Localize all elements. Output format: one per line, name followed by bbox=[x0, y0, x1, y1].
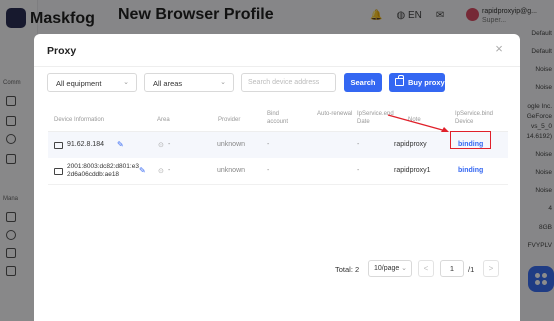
page-size-value: 10/page bbox=[374, 265, 400, 272]
device-icon bbox=[54, 168, 63, 175]
column-header: Device Information bbox=[54, 117, 105, 123]
note-value: rapidproxy bbox=[394, 141, 427, 148]
table-row: 91.62.8.184 ✎ ⊙ - unknown - - rapidproxy… bbox=[48, 132, 508, 158]
equipment-select[interactable]: All equipment ⌄ bbox=[47, 73, 137, 92]
buy-proxy-label: Buy proxy bbox=[408, 78, 445, 87]
pagination-total: Total: 2 bbox=[335, 265, 360, 274]
equipment-select-value: All equipment bbox=[56, 79, 102, 88]
column-header: IpService.end Date bbox=[357, 111, 394, 125]
area-select[interactable]: All areas ⌄ bbox=[144, 73, 234, 92]
close-icon[interactable]: × bbox=[492, 42, 506, 56]
column-header: Auto-renewal bbox=[317, 111, 353, 117]
column-header: IpService.bind Device bbox=[455, 111, 494, 125]
device-address: 2001:8003:dc82:d801:e3 2d6a06cddb:ae18 bbox=[67, 163, 139, 179]
column-header: Area bbox=[157, 117, 170, 123]
search-button[interactable]: Search bbox=[344, 73, 382, 92]
column-header: Note bbox=[408, 117, 421, 123]
provider-value: unknown bbox=[217, 167, 246, 174]
chevron-down-icon: ⌄ bbox=[123, 79, 129, 86]
device-icon bbox=[54, 142, 63, 149]
buy-proxy-button[interactable]: Buy proxy bbox=[389, 73, 445, 92]
edit-icon[interactable]: ✎ bbox=[139, 167, 147, 175]
table-row: 2001:8003:dc82:d801:e3 2d6a06cddb:ae18 ✎… bbox=[48, 158, 508, 184]
column-header: Provider bbox=[218, 117, 241, 123]
bind-account-value: - bbox=[267, 167, 270, 174]
chevron-down-icon: ⌄ bbox=[401, 265, 407, 272]
page-number-input[interactable]: 1 bbox=[440, 260, 464, 277]
device-address: 91.62.8.184 bbox=[67, 141, 104, 148]
location-pin-icon: ⊙ bbox=[158, 142, 164, 149]
note-value: rapidproxy1 bbox=[394, 167, 431, 174]
highlight-box bbox=[450, 131, 491, 149]
end-date-value: - bbox=[357, 167, 360, 174]
search-input[interactable]: Search device address bbox=[241, 73, 336, 92]
area-value: - bbox=[168, 141, 171, 148]
provider-value: unknown bbox=[217, 141, 246, 148]
proxy-modal: Proxy × All equipment ⌄ All areas ⌄ Sear… bbox=[34, 34, 520, 321]
bind-account-value: - bbox=[267, 141, 270, 148]
page-size-select[interactable]: 10/page ⌄ bbox=[368, 260, 412, 277]
divider bbox=[34, 66, 520, 67]
column-header: Bind account bbox=[267, 111, 289, 125]
location-pin-icon: ⊙ bbox=[158, 168, 164, 175]
next-page-button[interactable]: > bbox=[483, 260, 499, 277]
divider bbox=[48, 184, 508, 185]
modal-title: Proxy bbox=[47, 45, 77, 57]
chevron-down-icon: ⌄ bbox=[220, 79, 226, 86]
end-date-value: - bbox=[357, 141, 360, 148]
binding-link[interactable]: binding bbox=[458, 167, 483, 174]
prev-page-button[interactable]: < bbox=[418, 260, 434, 277]
area-value: - bbox=[168, 167, 171, 174]
bag-icon bbox=[395, 75, 404, 86]
edit-icon[interactable]: ✎ bbox=[117, 141, 125, 149]
page-count: /1 bbox=[468, 265, 475, 274]
area-select-value: All areas bbox=[153, 79, 183, 88]
